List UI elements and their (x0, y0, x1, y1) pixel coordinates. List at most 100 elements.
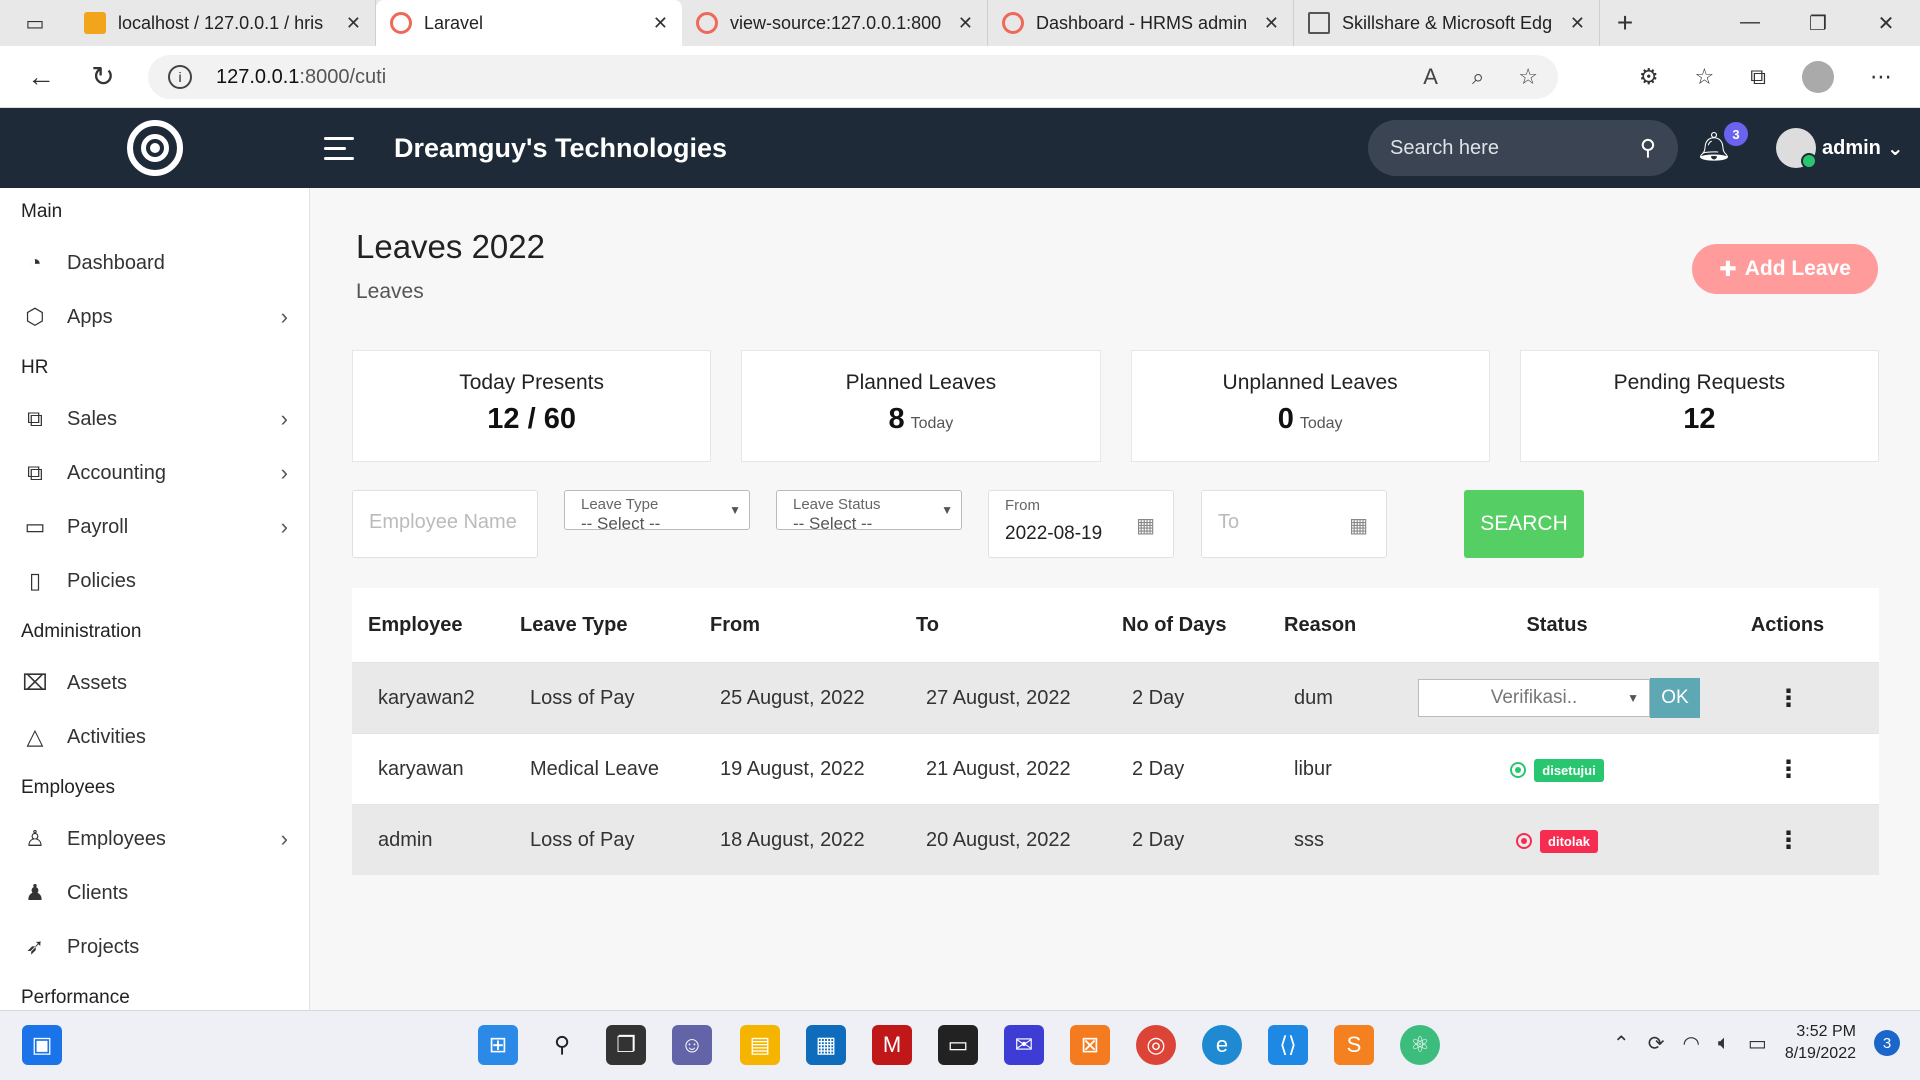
money-icon: ▭ (24, 514, 46, 539)
favorites-icon[interactable]: ☆ (1695, 64, 1715, 90)
actions-cell: ⋮ (1696, 755, 1879, 784)
terminal-icon[interactable]: ▭ (938, 1025, 978, 1065)
extensions-icon[interactable]: ⚙ (1639, 64, 1659, 90)
mcafee-icon[interactable]: M (872, 1025, 912, 1065)
more-icon[interactable]: ⋯ (1870, 64, 1892, 90)
column-header: Leave Type (520, 613, 628, 636)
logo[interactable] (0, 120, 310, 176)
status-select[interactable]: Verifikasi.. ▼ (1418, 679, 1650, 717)
profile-avatar[interactable] (1802, 61, 1834, 93)
sidebar-item-clients[interactable]: ♟ Clients (0, 866, 309, 920)
status-badge: ditolak (1516, 829, 1598, 853)
files-icon: ⧉ (27, 460, 43, 485)
battery-icon[interactable]: ▭ (1748, 1031, 1767, 1056)
sidebar-item-employees[interactable]: ♙ Employees › (0, 812, 309, 866)
chat-icon[interactable]: ☺ (672, 1025, 712, 1065)
sublime-icon[interactable]: S (1334, 1025, 1374, 1065)
file-explorer-icon[interactable]: ▤ (740, 1025, 780, 1065)
sidebar-item-assets[interactable]: ⌧ Assets (0, 656, 309, 710)
back-icon[interactable]: ← (10, 61, 72, 93)
tab-actions-icon[interactable]: ▭ (0, 0, 70, 46)
browser-tab[interactable]: view-source:127.0.0.1:800 ✕ (682, 0, 988, 46)
sidebar-item-dashboard[interactable]: ◔ Dashboard (0, 236, 309, 290)
zoom-icon[interactable]: ⌕ (1472, 64, 1484, 90)
sidebar-item-apps[interactable]: ⬡ Apps › (0, 290, 309, 344)
mail-icon[interactable]: ✉ (1004, 1025, 1044, 1065)
refresh-icon[interactable]: ↻ (72, 60, 134, 93)
vscode-icon[interactable]: ⟨⟩ (1268, 1025, 1308, 1065)
leave-type-cell: Loss of Pay (530, 828, 635, 851)
browser-tab[interactable]: Dashboard - HRMS admin ✕ (988, 0, 1294, 46)
chrome-icon[interactable]: ◎ (1136, 1025, 1176, 1065)
more-vertical-icon[interactable]: ⋮ (1777, 827, 1801, 854)
to-date-input[interactable]: To ▦ (1201, 490, 1387, 558)
leave-type-select[interactable]: Leave Type -- Select -- ▼ (564, 490, 750, 533)
search-button[interactable]: SEARCH (1464, 490, 1584, 558)
new-tab-icon[interactable]: + (1600, 7, 1650, 39)
atom-icon[interactable]: ⚛ (1400, 1025, 1440, 1065)
from-date-input[interactable]: From 2022-08-19 ▦ (988, 490, 1174, 558)
sidebar-item-payroll[interactable]: ▭ Payroll › (0, 500, 309, 554)
header-search-input[interactable]: Search here ⚲ (1368, 120, 1678, 176)
info-icon[interactable]: i (168, 65, 192, 89)
browser-tab[interactable]: Skillshare & Microsoft Edg ✕ (1294, 0, 1600, 46)
more-vertical-icon[interactable]: ⋮ (1777, 756, 1801, 783)
url-input[interactable]: i 127.0.0.1:8000/cuti A ⌕ ☆ (148, 55, 1558, 99)
column-header: To (916, 613, 939, 636)
edge-icon[interactable]: e (1202, 1025, 1242, 1065)
from-cell: 25 August, 2022 (720, 686, 865, 709)
close-icon[interactable]: ✕ (1570, 13, 1585, 34)
add-leave-button[interactable]: ✚ Add Leave (1692, 244, 1878, 294)
notification-bell-icon[interactable]: 🔔︎ 3 (1696, 122, 1748, 163)
collections-icon[interactable]: ⧉ (1750, 64, 1766, 90)
xampp-icon[interactable]: ⊠ (1070, 1025, 1110, 1065)
minimize-icon[interactable]: — (1716, 11, 1784, 36)
close-icon[interactable]: ✕ (958, 13, 973, 34)
close-window-icon[interactable]: ✕ (1852, 11, 1920, 36)
widgets-icon[interactable]: ▣ (22, 1025, 62, 1065)
browser-tab-active[interactable]: Laravel ✕ (376, 0, 682, 46)
close-icon[interactable]: ✕ (1264, 13, 1279, 34)
from-cell: 18 August, 2022 (720, 828, 865, 851)
browser-tab[interactable]: localhost / 127.0.0.1 / hris ✕ (70, 0, 376, 46)
clock[interactable]: 3:52 PM 8/19/2022 (1785, 1021, 1856, 1065)
to-placeholder: To (1218, 511, 1240, 533)
search-icon[interactable]: ⚲ (542, 1025, 582, 1065)
favorite-add-icon[interactable]: ☆ (1518, 64, 1538, 90)
sidebar-item-sales[interactable]: ⧉ Sales › (0, 392, 309, 446)
sidebar-item-accounting[interactable]: ⧉ Accounting › (0, 446, 309, 500)
user-menu[interactable]: admin ⌄ (1776, 128, 1904, 169)
status-cell: ditolak (1418, 827, 1696, 853)
employee-name-input[interactable]: Employee Name (352, 490, 538, 558)
chevron-up-icon[interactable]: ⌃ (1613, 1031, 1630, 1056)
status-badge: disetujui (1510, 758, 1604, 782)
sidebar-item-activities[interactable]: △ Activities (0, 710, 309, 764)
more-vertical-icon[interactable]: ⋮ (1777, 685, 1801, 712)
wifi-icon[interactable]: ◠ (1682, 1031, 1699, 1056)
restore-icon[interactable]: ❐ (1784, 11, 1852, 36)
table-row: karyawan Medical Leave 19 August, 2022 2… (352, 733, 1879, 804)
store-icon[interactable]: ▦ (806, 1025, 846, 1065)
status-control: Verifikasi.. ▼ OK (1418, 678, 1700, 718)
clock-time: 3:52 PM (1796, 1023, 1856, 1040)
calendar-icon[interactable]: ▦ (1136, 513, 1155, 538)
search-icon[interactable]: ⚲ (1640, 135, 1656, 161)
close-icon[interactable]: ✕ (653, 13, 668, 34)
read-aloud-icon[interactable]: A (1423, 64, 1438, 90)
notification-count-badge[interactable]: 3 (1874, 1030, 1900, 1056)
sidebar-item-projects[interactable]: ➶ Projects (0, 920, 309, 974)
volume-icon[interactable]: 🔈︎ (1718, 1032, 1730, 1055)
calendar-icon[interactable]: ▦ (1349, 513, 1368, 538)
sidebar-item-policies[interactable]: ▯ Policies (0, 554, 309, 608)
start-icon[interactable]: ⊞ (478, 1025, 518, 1065)
leaves-table: Employee Leave Type From To No of Days R… (352, 588, 1879, 875)
leave-status-select[interactable]: Leave Status -- Select -- ▼ (776, 490, 962, 533)
sidebar: Main ◔ Dashboard ⬡ Apps › HR ⧉ Sales › ⧉ Accou… (0, 188, 310, 1010)
task-view-icon[interactable]: ❐ (606, 1025, 646, 1065)
close-icon[interactable]: ✕ (346, 13, 361, 34)
table-row: karyawan2 Loss of Pay 25 August, 2022 27… (352, 662, 1879, 733)
sync-icon[interactable]: ⟳ (1648, 1031, 1665, 1056)
menu-toggle-icon[interactable] (324, 136, 354, 160)
status-ok-button[interactable]: OK (1650, 678, 1700, 718)
user-icon: ♙ (25, 826, 45, 851)
